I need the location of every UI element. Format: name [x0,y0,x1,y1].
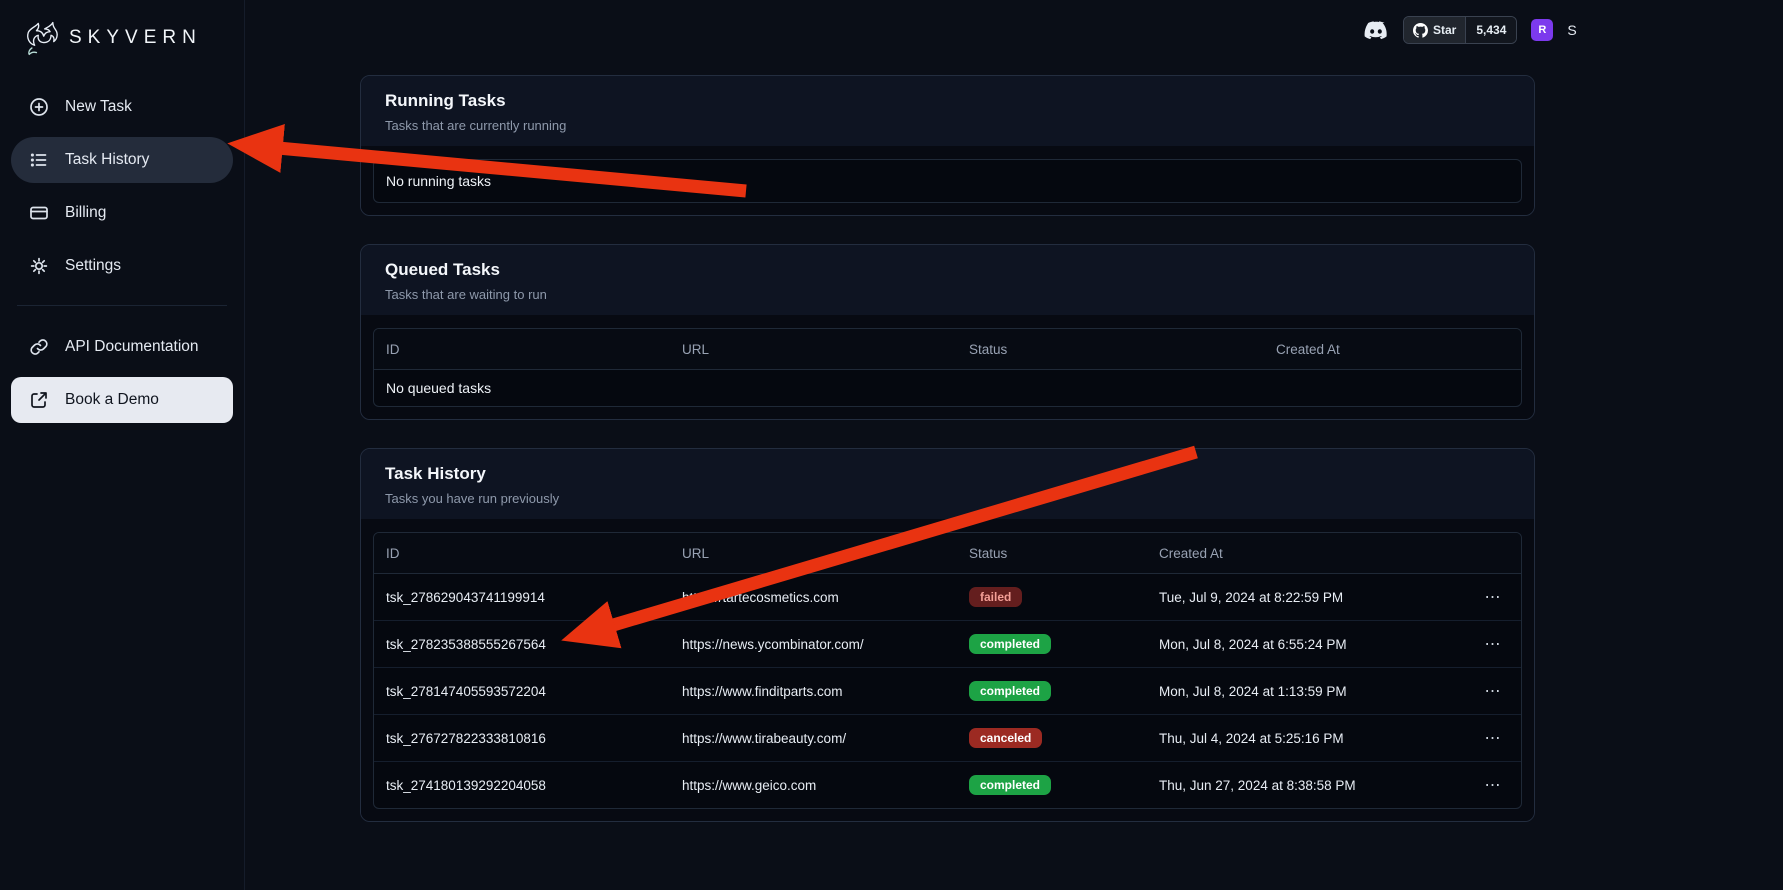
main-content: Running Tasks Tasks that are currently r… [360,75,1535,850]
empty-state: No running tasks [374,160,1521,202]
sidebar-item-api-documentation[interactable]: API Documentation [11,324,233,370]
column-header-url: URL [670,342,957,357]
github-star-label: Star [1433,23,1456,37]
column-header-id: ID [374,342,670,357]
discord-link[interactable] [1363,21,1389,40]
task-created-at: Mon, Jul 8, 2024 at 1:13:59 PM [1147,684,1465,699]
task-history-body: ID URL Status Created At tsk_27862904374… [361,519,1534,821]
task-id: tsk_278629043741199914 [374,590,670,605]
task-history-card: Task History Tasks you have run previous… [360,448,1535,822]
task-id: tsk_278235388555267564 [374,637,670,652]
row-actions-button[interactable]: ⋯ [1465,587,1521,607]
discord-icon [1363,21,1389,40]
sidebar-item-label: Book a Demo [65,391,159,409]
row-actions-button[interactable]: ⋯ [1465,634,1521,654]
task-created-at: Mon, Jul 8, 2024 at 6:55:24 PM [1147,637,1465,652]
queued-tasks-header: Queued Tasks Tasks that are waiting to r… [361,245,1534,315]
column-header-status: Status [957,546,1147,561]
row-actions-button[interactable]: ⋯ [1465,728,1521,748]
sidebar-item-label: Settings [65,257,121,275]
column-header-created-at: Created At [1264,342,1521,357]
task-created-at: Thu, Jun 27, 2024 at 8:38:58 PM [1147,778,1465,793]
sidebar-item-task-history[interactable]: Task History [11,137,233,183]
empty-state: No queued tasks [374,370,1521,406]
sidebar-item-label: Task History [65,151,149,169]
card-title: Running Tasks [385,91,1510,111]
link-icon [29,337,49,357]
skyvern-app: SKYVERN New Task Task History [0,0,1783,890]
sidebar-item-billing[interactable]: Billing [11,190,233,236]
status-badge: failed [969,587,1022,607]
running-tasks-table: No running tasks [373,159,1522,203]
task-id: tsk_274180139292204058 [374,778,670,793]
card-subtitle: Tasks that are waiting to run [385,287,1510,302]
table-row[interactable]: tsk_278235388555267564 https://news.ycom… [374,621,1521,668]
column-header-status: Status [957,342,1264,357]
row-actions-button[interactable]: ⋯ [1465,681,1521,701]
queued-tasks-card: Queued Tasks Tasks that are waiting to r… [360,244,1535,420]
row-actions-button[interactable]: ⋯ [1465,775,1521,795]
card-subtitle: Tasks that are currently running [385,118,1510,133]
github-star-button[interactable]: Star 5,434 [1403,16,1517,44]
card-subtitle: Tasks you have run previously [385,491,1510,506]
card-title: Task History [385,464,1510,484]
status-badge: completed [969,775,1051,795]
credit-card-icon [29,203,49,223]
column-header-created-at: Created At [1147,546,1465,561]
sidebar-item-label: Billing [65,204,106,222]
sidebar-item-new-task[interactable]: New Task [11,84,233,130]
github-star-count[interactable]: 5,434 [1465,17,1516,43]
sidebar-item-label: API Documentation [65,338,199,356]
task-history-table: ID URL Status Created At tsk_27862904374… [373,532,1522,809]
topbar: Star 5,434 R S [1363,16,1577,44]
card-title: Queued Tasks [385,260,1510,280]
status-badge: canceled [969,728,1042,748]
running-tasks-header: Running Tasks Tasks that are currently r… [361,76,1534,146]
sidebar-item-settings[interactable]: Settings [11,243,233,289]
task-created-at: Thu, Jul 4, 2024 at 5:25:16 PM [1147,731,1465,746]
table-header-row: ID URL Status Created At [374,533,1521,574]
column-header-id: ID [374,546,670,561]
task-id: tsk_278147405593572204 [374,684,670,699]
status-badge: completed [969,681,1051,701]
logo-wordmark: SKYVERN [69,27,202,49]
table-row[interactable]: tsk_278629043741199914 https://tartecosm… [374,574,1521,621]
sidebar-divider [17,305,227,306]
sidebar-nav: New Task Task History Billing [11,84,233,423]
list-icon [29,150,49,170]
running-tasks-body: No running tasks [361,146,1534,215]
gear-icon [29,256,49,276]
column-header-url: URL [670,546,957,561]
external-link-icon [29,390,49,410]
task-url: https://tartecosmetics.com [670,590,957,605]
avatar[interactable]: R [1531,19,1553,41]
task-id: tsk_276727822333810816 [374,731,670,746]
status-badge: completed [969,634,1051,654]
task-created-at: Tue, Jul 9, 2024 at 8:22:59 PM [1147,590,1465,605]
table-row[interactable]: tsk_276727822333810816 https://www.tirab… [374,715,1521,762]
task-url: https://www.tirabeauty.com/ [670,731,957,746]
table-header-row: ID URL Status Created At [374,329,1521,370]
task-url: https://www.finditparts.com [670,684,957,699]
sidebar: SKYVERN New Task Task History [0,0,245,890]
task-history-header: Task History Tasks you have run previous… [361,449,1534,519]
queued-tasks-table: ID URL Status Created At No queued tasks [373,328,1522,407]
plus-circle-icon [29,97,49,117]
table-row[interactable]: tsk_274180139292204058 https://www.geico… [374,762,1521,808]
task-url: https://news.ycombinator.com/ [670,637,957,652]
skyvern-dragon-icon [21,18,61,58]
book-a-demo-button[interactable]: Book a Demo [11,377,233,423]
logo: SKYVERN [11,14,233,84]
github-icon [1413,23,1428,38]
cut-off-text: S [1567,22,1576,38]
sidebar-item-label: New Task [65,98,132,116]
github-star-segment[interactable]: Star [1404,17,1465,43]
running-tasks-card: Running Tasks Tasks that are currently r… [360,75,1535,216]
task-url: https://www.geico.com [670,778,957,793]
queued-tasks-body: ID URL Status Created At No queued tasks [361,315,1534,419]
table-row[interactable]: tsk_278147405593572204 https://www.findi… [374,668,1521,715]
